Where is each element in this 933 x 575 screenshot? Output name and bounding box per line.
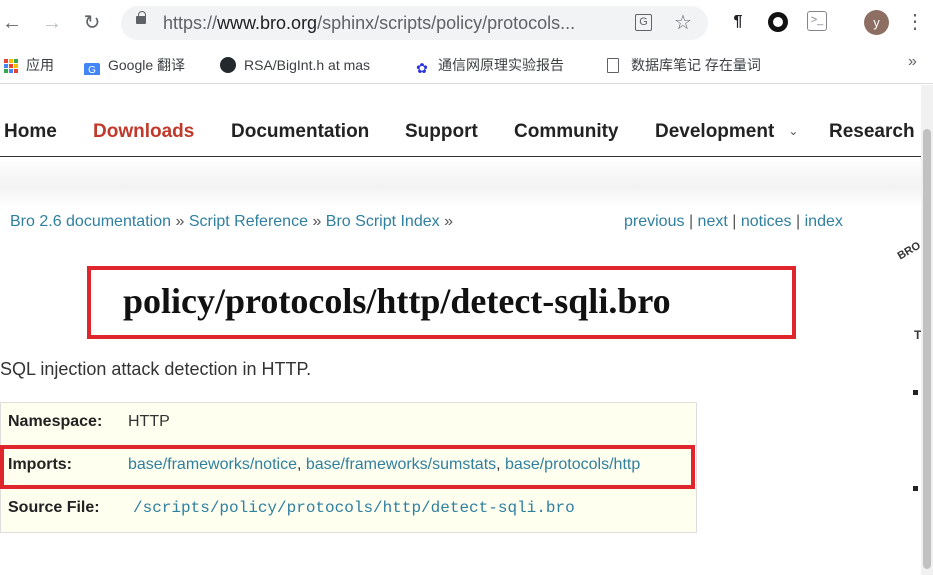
url-prefix: https:// bbox=[163, 13, 218, 33]
nav-development[interactable]: Development bbox=[655, 121, 774, 142]
nav-support[interactable]: Support bbox=[405, 121, 478, 143]
nav-shadow bbox=[0, 157, 921, 207]
namespace-value: HTTP bbox=[128, 413, 170, 430]
chevron-down-icon[interactable]: ⌄ bbox=[788, 124, 798, 138]
baidu-paw-icon: ✿ bbox=[416, 60, 428, 75]
relnav-index[interactable]: index bbox=[805, 213, 843, 230]
address-bar[interactable]: https://www.bro.org/sphinx/scripts/polic… bbox=[121, 6, 708, 40]
lock-icon bbox=[136, 11, 146, 24]
title-highlight-box: policy/protocols/http/detect-sqli.bro bbox=[87, 266, 796, 339]
back-arrow-icon[interactable]: ← bbox=[0, 11, 24, 35]
scrollbar-thumb[interactable] bbox=[923, 129, 931, 569]
nav-research[interactable]: Research bbox=[829, 121, 915, 143]
nav-development-group[interactable]: Development ⌄ bbox=[655, 121, 798, 143]
profile-avatar[interactable]: y bbox=[864, 10, 889, 35]
bookmark-label: 通信网原理实验报告 bbox=[438, 57, 564, 73]
source-file-value: /scripts/policy/protocols/http/detect-sq… bbox=[133, 499, 575, 517]
source-file-label: Source File: bbox=[8, 499, 100, 516]
page-icon bbox=[607, 58, 619, 73]
bookmark-star-icon[interactable]: ☆ bbox=[674, 13, 692, 33]
page-content: Home Downloads Documentation Support Com… bbox=[0, 85, 923, 575]
github-icon bbox=[220, 57, 236, 73]
bookmark-baidu[interactable]: ✿ 通信网原理实验报告 bbox=[414, 55, 586, 75]
bookmark-google-translate[interactable]: G Google 翻译 bbox=[84, 55, 204, 75]
breadcrumb-separator: » bbox=[444, 213, 453, 230]
bookmarks-bar: 应用 G Google 翻译 RSA/BigInt.h at mas ✿ 通信网原理… bbox=[0, 46, 933, 84]
bookmark-label: Google 翻译 bbox=[108, 57, 186, 73]
breadcrumb: Bro 2.6 documentation » Script Reference… bbox=[10, 213, 453, 231]
bookmark-label: RSA/BigInt.h at mas bbox=[244, 57, 371, 73]
relnav-separator: | bbox=[732, 213, 737, 230]
breadcrumb-link[interactable]: Bro 2.6 documentation bbox=[10, 213, 171, 230]
breadcrumb-separator: » bbox=[312, 213, 322, 230]
bookmark-apps[interactable]: 应用 bbox=[4, 55, 66, 75]
nav-documentation[interactable]: Documentation bbox=[231, 121, 369, 143]
breadcrumb-separator: » bbox=[175, 213, 185, 230]
sidebar-logo-text: BRO bbox=[895, 239, 923, 263]
breadcrumb-link[interactable]: Bro Script Index bbox=[326, 213, 440, 230]
avatar-letter: y bbox=[873, 15, 880, 30]
browser-toolbar: ← → ↻ https://www.bro.org/sphinx/scripts… bbox=[0, 0, 933, 46]
nav-home[interactable]: Home bbox=[4, 121, 57, 143]
namespace-row: Namespace: HTTP bbox=[1, 403, 698, 443]
breadcrumb-link[interactable]: Script Reference bbox=[189, 213, 308, 230]
paragraph-extension-icon[interactable]: ¶ bbox=[727, 11, 749, 33]
bookmark-label: 数据库笔记 存在量词 bbox=[631, 57, 761, 73]
circle-extension-icon[interactable] bbox=[767, 11, 789, 33]
sidebar-bullet bbox=[913, 390, 918, 395]
source-file-row: Source File: /scripts/policy/protocols/h… bbox=[1, 489, 698, 529]
related-nav: previous | next | notices | index bbox=[624, 213, 843, 231]
namespace-label: Namespace: bbox=[8, 413, 103, 430]
relnav-previous[interactable]: previous bbox=[624, 213, 684, 230]
relnav-notices[interactable]: notices bbox=[741, 213, 792, 230]
bookmarks-overflow-icon[interactable]: » bbox=[908, 53, 917, 71]
relnav-separator: | bbox=[796, 213, 801, 230]
page-title: policy/protocols/http/detect-sqli.bro bbox=[123, 281, 671, 321]
bookmark-github[interactable]: RSA/BigInt.h at mas bbox=[220, 55, 392, 75]
forward-arrow-icon[interactable]: → bbox=[40, 11, 64, 35]
reload-icon[interactable]: ↻ bbox=[80, 11, 104, 35]
site-nav: Home Downloads Documentation Support Com… bbox=[0, 105, 921, 157]
bookmark-label: 应用 bbox=[26, 57, 54, 73]
relnav-next[interactable]: next bbox=[698, 213, 728, 230]
terminal-extension-icon[interactable]: >_ bbox=[807, 11, 827, 31]
imports-highlight-box bbox=[0, 445, 695, 489]
url-host: www.bro.org bbox=[217, 13, 318, 33]
translate-page-icon[interactable]: G bbox=[635, 14, 652, 31]
nav-community[interactable]: Community bbox=[514, 121, 619, 143]
url-path: /sphinx/scripts/policy/protocols... bbox=[317, 13, 576, 33]
browser-menu-icon[interactable]: ⋮ bbox=[905, 9, 925, 35]
source-file-link[interactable]: /scripts/policy/protocols/http/detect-sq… bbox=[133, 499, 575, 517]
sidebar-bullet bbox=[913, 486, 918, 491]
nav-downloads[interactable]: Downloads bbox=[93, 121, 194, 143]
url-text[interactable]: https://www.bro.org/sphinx/scripts/polic… bbox=[163, 13, 623, 34]
page-scrollbar[interactable] bbox=[921, 85, 933, 575]
google-translate-icon: G bbox=[84, 63, 100, 75]
relnav-separator: | bbox=[688, 213, 694, 230]
page-description: SQL injection attack detection in HTTP. bbox=[0, 359, 312, 379]
apps-grid-icon bbox=[4, 59, 18, 73]
bookmark-db-notes[interactable]: 数据库笔记 存在量词 bbox=[607, 55, 777, 75]
